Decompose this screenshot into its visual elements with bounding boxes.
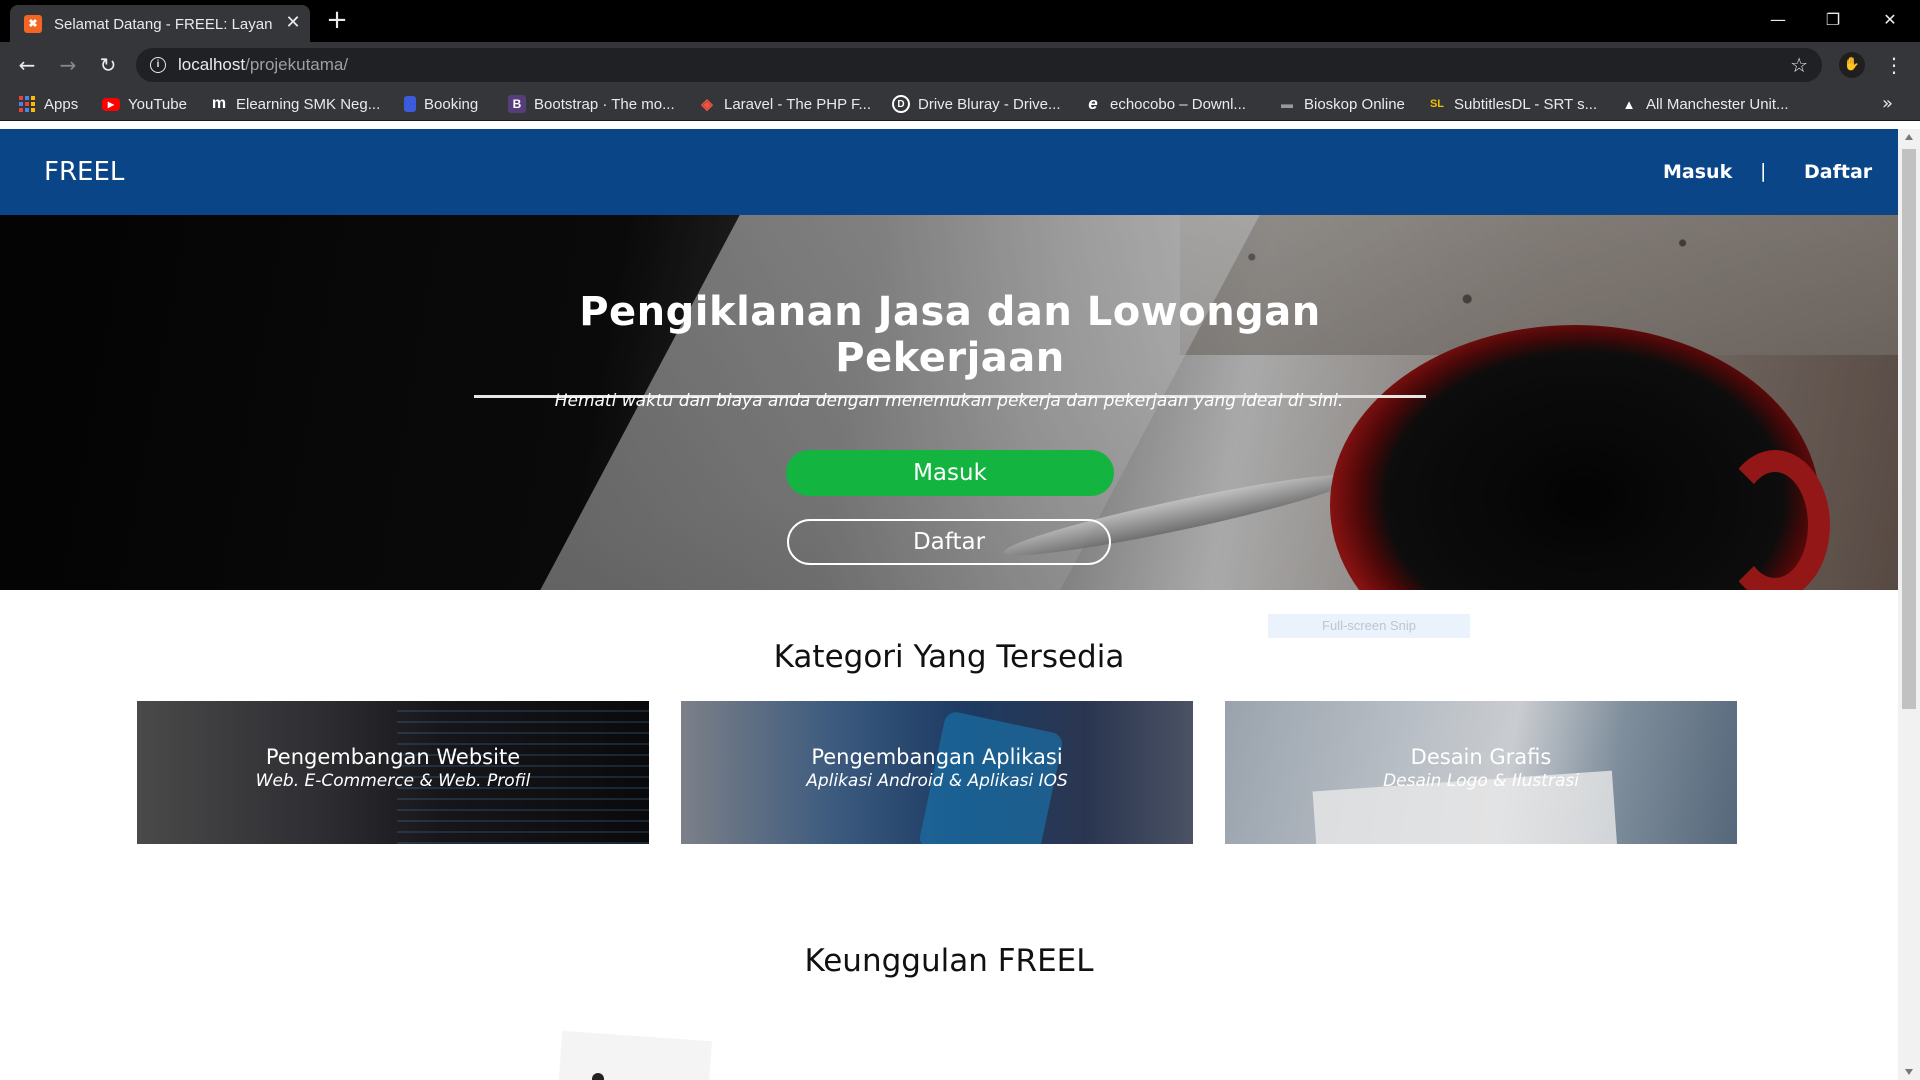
browser-tab[interactable]: ✖ Selamat Datang - FREEL: Layanan ✕	[10, 5, 310, 42]
bookmark-label: Bioskop Online	[1304, 95, 1405, 113]
nav-daftar-link[interactable]: Daftar	[1804, 161, 1872, 183]
hero-subtitle: Hemati waktu dan biaya anda dengan menem…	[554, 391, 1344, 411]
hero-title: Pengiklanan Jasa dan Lowongan Pekerjaan	[474, 289, 1426, 398]
hero-section: Pengiklanan Jasa dan Lowongan Pekerjaan …	[0, 215, 1898, 590]
bookmark-booking[interactable]: Booking	[404, 93, 478, 115]
category-subtitle: Desain Logo & Ilustrasi	[1383, 771, 1579, 791]
more-bookmarks-icon[interactable]: »	[1882, 93, 1893, 114]
restore-button[interactable]: ❐	[1813, 6, 1853, 34]
browser-toolbar: ← → ↻ i localhost/projekutama/ ☆ ✋ ⋮	[0, 42, 1920, 87]
scrollbar-thumb[interactable]	[1902, 149, 1916, 709]
site-navbar: FREEL Masuk | Daftar	[0, 129, 1898, 215]
booking-icon	[404, 96, 416, 112]
bookmark-subtitlesdl[interactable]: SL SubtitlesDL - SRT s...	[1428, 93, 1597, 115]
bookmark-label: SubtitlesDL - SRT s...	[1454, 95, 1598, 113]
address-bar[interactable]: i localhost/projekutama/ ☆	[136, 48, 1822, 82]
categories-heading: Kategori Yang Tersedia	[773, 639, 1125, 675]
bookmark-bootstrap[interactable]: B Bootstrap · The mo...	[508, 93, 675, 115]
bookmark-label: Elearning SMK Neg...	[236, 95, 381, 113]
snip-overlay-label: Full-screen Snip	[1268, 614, 1470, 638]
bookmark-elearning[interactable]: m Elearning SMK Neg...	[210, 93, 380, 115]
category-title: Pengembangan Website	[265, 745, 521, 769]
category-card-aplikasi[interactable]: Pengembangan Aplikasi Aplikasi Android &…	[681, 701, 1193, 844]
category-title: Pengembangan Aplikasi	[811, 745, 1063, 769]
category-subtitle: Aplikasi Android & Aplikasi IOS	[806, 771, 1068, 791]
advantage-image-peek	[558, 1030, 712, 1080]
extension-icon[interactable]: ✋	[1839, 52, 1865, 78]
bookmark-laravel[interactable]: ◈ Laravel - The PHP F...	[698, 93, 871, 115]
bookmark-drive-bluray[interactable]: D Drive Bluray - Drive...	[892, 93, 1061, 115]
bookmark-label: YouTube	[128, 95, 187, 113]
url-host: localhost	[178, 55, 246, 74]
url-path: /projekutama/	[245, 55, 349, 74]
category-card-desain[interactable]: Desain Grafis Desain Logo & Ilustrasi	[1225, 701, 1737, 844]
bookmark-apps[interactable]: Apps	[18, 93, 78, 115]
url-text[interactable]: localhost/projekutama/	[178, 55, 348, 75]
advantages-heading: Keunggulan FREEL	[804, 943, 1094, 979]
bookmark-label: Laravel - The PHP F...	[724, 95, 872, 113]
bookmark-label: All Manchester Unit...	[1646, 95, 1789, 113]
forward-arrow-icon[interactable]: →	[54, 51, 82, 79]
bookmark-label: Apps	[44, 95, 79, 113]
laravel-icon: ◈	[701, 96, 713, 113]
scroll-down-arrow-icon[interactable]	[1905, 1069, 1913, 1075]
new-tab-button[interactable]: +	[325, 7, 349, 33]
bookmark-label: echocobo – Downl...	[1110, 95, 1246, 113]
drive-bluray-icon: D	[892, 95, 910, 113]
bookmarks-bar: Apps ▶ YouTube m Elearning SMK Neg... Bo…	[0, 87, 1920, 121]
category-title: Desain Grafis	[1410, 745, 1552, 769]
category-subtitle: Web. E-Commerce & Web. Profil	[255, 771, 531, 791]
bookmark-label: Drive Bluray - Drive...	[918, 95, 1061, 113]
minimize-button[interactable]: —	[1758, 6, 1798, 34]
page-viewport: FREEL Masuk | Daftar Pengiklanan Jasa da…	[0, 129, 1898, 1080]
apps-grid-icon	[18, 95, 36, 113]
echocobo-icon: e	[1088, 94, 1098, 113]
nav-separator: |	[1760, 160, 1767, 182]
youtube-icon: ▶	[102, 97, 120, 111]
bootstrap-icon: B	[508, 95, 526, 113]
advantage-image-detail	[592, 1073, 604, 1080]
site-brand[interactable]: FREEL	[44, 157, 124, 187]
close-window-button[interactable]: ✕	[1870, 6, 1910, 34]
hero-daftar-button[interactable]: Daftar	[787, 519, 1111, 565]
bookmark-youtube[interactable]: ▶ YouTube	[102, 93, 187, 115]
bookmark-echocobo[interactable]: e echocobo – Downl...	[1084, 93, 1246, 115]
hero-masuk-button[interactable]: Masuk	[786, 450, 1114, 496]
page-scrollbar[interactable]	[1898, 129, 1920, 1080]
bioskop-icon: ▬	[1281, 97, 1293, 111]
site-info-icon[interactable]: i	[150, 57, 166, 73]
category-card-website[interactable]: Pengembangan Website Web. E-Commerce & W…	[137, 701, 649, 844]
manutd-icon: ▲	[1622, 96, 1636, 112]
xampp-icon: ✖	[24, 15, 42, 33]
bookmark-label: Booking	[424, 95, 479, 113]
reload-icon[interactable]: ↻	[94, 51, 122, 79]
nav-masuk-link[interactable]: Masuk	[1663, 161, 1732, 183]
scroll-up-arrow-icon[interactable]	[1905, 134, 1913, 140]
moodle-icon: m	[211, 95, 227, 112]
subtitlesdl-icon: SL	[1429, 98, 1445, 110]
close-tab-icon[interactable]: ✕	[282, 12, 304, 34]
bookmark-star-icon[interactable]: ☆	[1790, 53, 1808, 77]
browser-titlebar: ✖ Selamat Datang - FREEL: Layanan ✕ + — …	[0, 0, 1920, 42]
bookmark-label: Bootstrap · The mo...	[534, 95, 675, 113]
tab-title: Selamat Datang - FREEL: Layanan	[54, 16, 272, 33]
back-arrow-icon[interactable]: ←	[13, 51, 41, 79]
bookmark-manutd[interactable]: ▲ All Manchester Unit...	[1620, 93, 1789, 115]
kebab-menu-icon[interactable]: ⋮	[1884, 51, 1904, 79]
bookmark-bioskop[interactable]: ▬ Bioskop Online	[1278, 93, 1405, 115]
